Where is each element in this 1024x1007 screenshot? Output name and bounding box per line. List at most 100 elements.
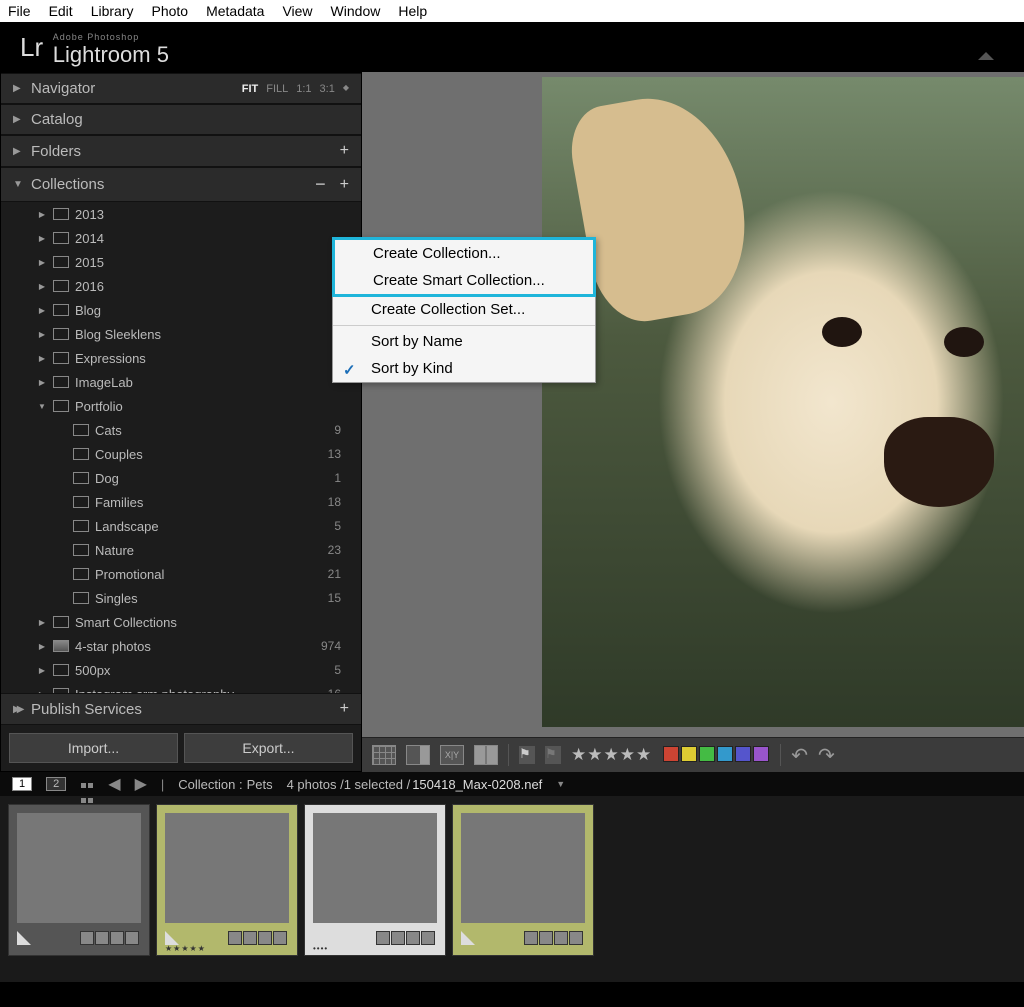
collection-icon [53, 664, 69, 676]
collection-blog[interactable]: ▶Blog [1, 298, 361, 322]
badge-icon [273, 931, 287, 945]
collection-promotional[interactable]: Promotional21 [1, 562, 361, 586]
rotate-left-icon[interactable]: ↶ [791, 743, 808, 768]
collection-label: Blog [75, 303, 355, 318]
disclosure-icon: ▼ [37, 402, 47, 411]
rotate-right-icon[interactable]: ↷ [818, 743, 835, 768]
loupe-view[interactable]: X|Y ⚑ ⚑ ★★★★★ ↶ ↷ [362, 72, 1024, 772]
collection-2015[interactable]: ▶2015 [1, 250, 361, 274]
status-collection-name[interactable]: Pets [247, 777, 273, 792]
color-label-swatch[interactable] [735, 746, 751, 762]
collection-2016[interactable]: ▶2016 [1, 274, 361, 298]
status-filename[interactable]: 150418_Max-0208.nef [412, 777, 542, 792]
disclosure-icon: ▶ [37, 378, 47, 387]
grid-icon[interactable] [80, 777, 94, 791]
collection-label: ImageLab [75, 375, 355, 390]
panel-collections[interactable]: ▼ Collections − + [1, 167, 361, 202]
filmstrip-thumb[interactable]: •••• [304, 804, 446, 956]
nav-fwd-icon[interactable]: ▶ [135, 774, 147, 794]
menu-help[interactable]: Help [398, 3, 427, 19]
menu-library[interactable]: Library [91, 3, 134, 19]
collection-cats[interactable]: Cats9 [1, 418, 361, 442]
panel-navigator[interactable]: ▶ Navigator FITFILL1:13:1◆ [1, 73, 361, 104]
export-button[interactable]: Export... [184, 733, 353, 763]
menu-item-create-collection[interactable]: Create Collection... [335, 240, 593, 267]
zoom-11[interactable]: 1:1 [296, 83, 311, 95]
menu-edit[interactable]: Edit [49, 3, 73, 19]
grid-view-icon[interactable] [372, 745, 396, 765]
collection-portfolio[interactable]: ▼ Portfolio [1, 394, 361, 418]
survey-view-icon[interactable] [474, 745, 498, 765]
disclosure-icon: ▶ [37, 210, 47, 219]
panel-publish[interactable]: ▶▶ Publish Services + [1, 693, 361, 725]
color-label-swatch[interactable] [717, 746, 733, 762]
panel-collapse-icon[interactable] [978, 52, 994, 60]
zoom-more-icon[interactable]: ◆ [343, 83, 349, 95]
collection-families[interactable]: Families18 [1, 490, 361, 514]
filmstrip-thumb[interactable]: ★★★★★ [156, 804, 298, 956]
menu-metadata[interactable]: Metadata [206, 3, 264, 19]
menu-photo[interactable]: Photo [151, 3, 188, 19]
color-labels[interactable] [662, 746, 770, 765]
flag-reject-icon[interactable]: ⚑ [545, 746, 561, 764]
collection-icon [73, 544, 89, 556]
panel-catalog[interactable]: ▶ Catalog [1, 104, 361, 135]
color-label-swatch[interactable] [681, 746, 697, 762]
collection-smart-collections[interactable]: ▶Smart Collections [1, 610, 361, 634]
compare-view-icon[interactable]: X|Y [440, 745, 464, 765]
navigator-zoom-controls[interactable]: FIT FILL 1:1 3:1 ◆ [242, 83, 349, 95]
secondary-window-2[interactable]: 2 [46, 777, 66, 791]
flag-pick-icon[interactable]: ⚑ [519, 746, 535, 764]
filmstrip[interactable]: ★★★★★•••• [0, 796, 1024, 982]
collection-icon [53, 376, 69, 388]
collection-singles[interactable]: Singles15 [1, 586, 361, 610]
add-folder-button[interactable]: + [340, 142, 349, 160]
collection-nature[interactable]: Nature23 [1, 538, 361, 562]
collection-instagram-srm-photography[interactable]: ▶Instagram srm photography16 [1, 682, 361, 693]
zoom-fill[interactable]: FILL [266, 83, 288, 95]
color-label-swatch[interactable] [699, 746, 715, 762]
menu-item-sort-by-kind[interactable]: Sort by Kind✓ [333, 355, 595, 382]
collection-4-star-photos[interactable]: ▶4-star photos974 [1, 634, 361, 658]
add-publish-button[interactable]: + [340, 700, 349, 718]
menu-item-create-smart-collection[interactable]: Create Smart Collection... [335, 267, 593, 294]
rating-stars[interactable]: ★★★★★ [571, 745, 652, 765]
collection-couples[interactable]: Couples13 [1, 442, 361, 466]
zoom-31[interactable]: 3:1 [320, 83, 335, 95]
collection-label: 500px [75, 663, 334, 678]
menu-item-sort-by-name[interactable]: Sort by Name [333, 328, 595, 355]
collection-2014[interactable]: ▶2014 [1, 226, 361, 250]
collection-blog-sleeklens[interactable]: ▶Blog Sleeklens [1, 322, 361, 346]
disclosure-icon: ▶ [37, 330, 47, 339]
menu-item-create-collection-set[interactable]: Create Collection Set... [333, 296, 595, 323]
filmstrip-thumb[interactable] [452, 804, 594, 956]
menu-window[interactable]: Window [331, 3, 381, 19]
collection-icon [53, 328, 69, 340]
collection-landscape[interactable]: Landscape5 [1, 514, 361, 538]
collection-500px[interactable]: ▶500px5 [1, 658, 361, 682]
nav-back-icon[interactable]: ◀ [108, 774, 120, 794]
thumbnail-image [17, 813, 141, 923]
collections-tree[interactable]: ▶2013▶2014▶2015▶2016▶Blog▶Blog Sleeklens… [1, 202, 361, 693]
badge-icon [391, 931, 405, 945]
loupe-view-icon[interactable] [406, 745, 430, 765]
menu-view[interactable]: View [282, 3, 312, 19]
color-label-swatch[interactable] [753, 746, 769, 762]
color-label-swatch[interactable] [663, 746, 679, 762]
panel-folders[interactable]: ▶ Folders + [1, 135, 361, 167]
secondary-window-1[interactable]: 1 [12, 777, 32, 791]
filmstrip-thumb[interactable] [8, 804, 150, 956]
dropdown-icon[interactable]: ▼ [556, 779, 565, 789]
menu-file[interactable]: File [8, 3, 31, 19]
zoom-fit[interactable]: FIT [242, 83, 259, 95]
collection-icon [53, 232, 69, 244]
collection-label: Portfolio [75, 399, 355, 414]
add-collection-button[interactable]: + [340, 176, 349, 194]
collection-imagelab[interactable]: ▶ ImageLab [1, 370, 361, 394]
remove-collection-button[interactable]: − [315, 174, 326, 195]
import-button[interactable]: Import... [9, 733, 178, 763]
collection-dog[interactable]: Dog1 [1, 466, 361, 490]
app-menubar: File Edit Library Photo Metadata View Window He… [0, 0, 1024, 22]
collection-2013[interactable]: ▶2013 [1, 202, 361, 226]
collection-expressions[interactable]: ▶Expressions [1, 346, 361, 370]
